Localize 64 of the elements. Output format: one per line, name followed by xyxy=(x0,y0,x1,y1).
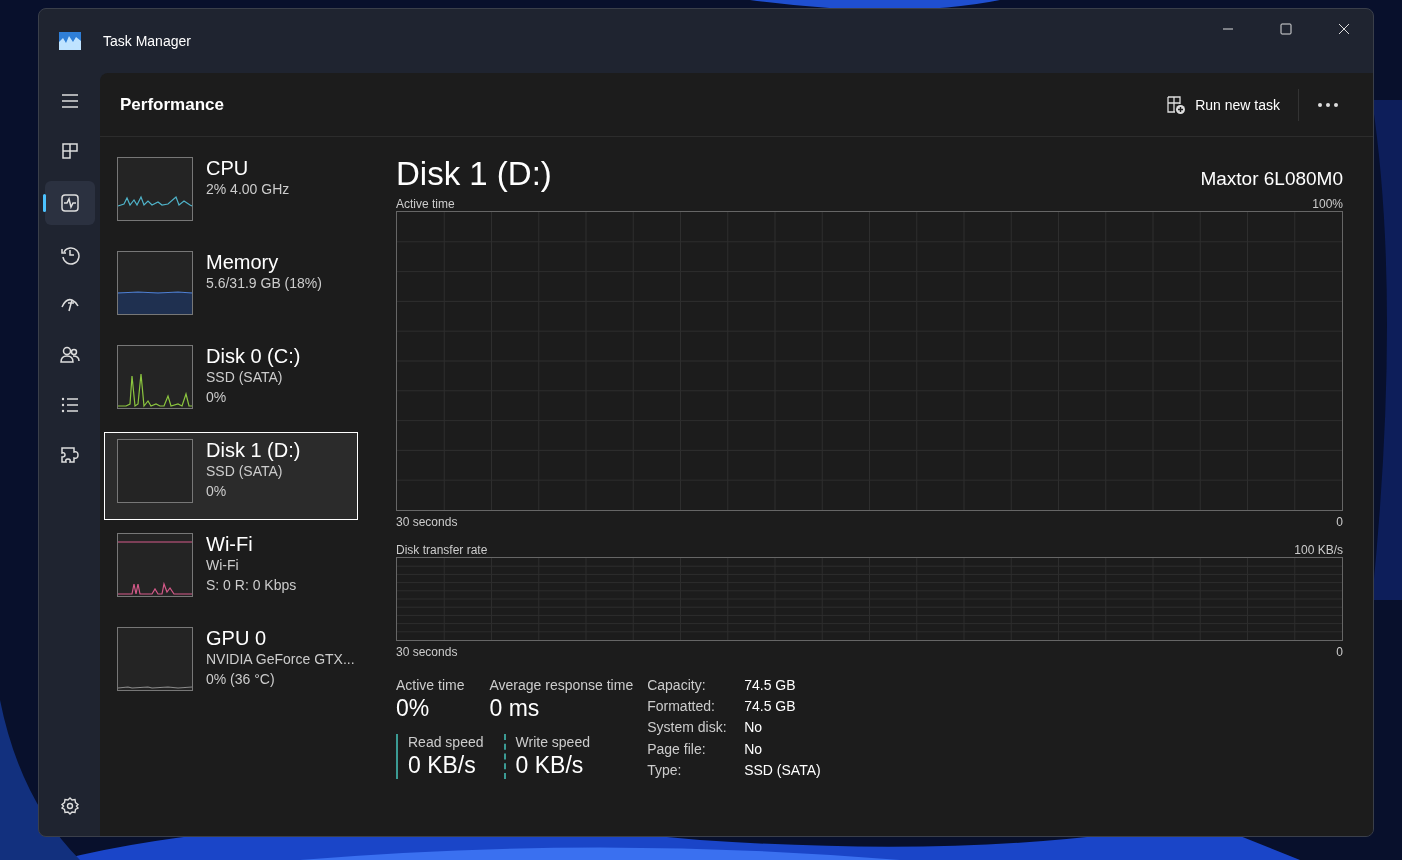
device-item[interactable]: Disk 0 (C:) SSD (SATA) 0% xyxy=(104,338,358,426)
device-name: Disk 0 (C:) xyxy=(206,345,301,367)
device-item[interactable]: Disk 1 (D:) SSD (SATA) 0% xyxy=(104,432,358,520)
device-detail: Wi-Fi xyxy=(206,556,240,575)
device-item[interactable]: Wi-Fi Wi-Fi S: 0 R: 0 Kbps xyxy=(104,526,358,614)
stat-label: Active time xyxy=(396,677,465,693)
chart-label: Disk transfer rate xyxy=(396,543,488,557)
settings-icon xyxy=(59,796,80,816)
stat-value: 0 ms xyxy=(489,695,541,722)
close-icon xyxy=(1338,23,1350,35)
device-detail: S: 0 R: 0 Kbps xyxy=(206,576,297,595)
stat-value: 0% xyxy=(396,695,431,722)
property-value: No xyxy=(744,719,764,737)
puzzle-icon xyxy=(58,444,81,466)
device-detail: 0% xyxy=(206,482,228,501)
device-model: Maxtor 6L080M0 xyxy=(1200,168,1343,190)
device-detail: NVIDIA GeForce GTX... xyxy=(206,650,355,669)
chart-min-label: 0 xyxy=(1336,515,1343,529)
page-title: Performance xyxy=(120,94,225,115)
time-span-label: 30 seconds xyxy=(396,645,458,659)
property-value: No xyxy=(744,740,764,758)
property-label: Type: xyxy=(647,761,683,779)
device-name: CPU xyxy=(206,157,250,179)
device-item[interactable]: GPU 0 NVIDIA GeForce GTX... 0% (36 °C) xyxy=(104,620,358,708)
history-icon xyxy=(58,244,81,266)
app-icon xyxy=(59,32,81,50)
nav-button[interactable] xyxy=(44,181,95,225)
stat-label: Read speed xyxy=(408,734,484,750)
chart-max-label: 100% xyxy=(1312,197,1343,211)
maximize-icon xyxy=(1280,23,1292,35)
property-label: Formatted: xyxy=(647,698,716,716)
device-detail: SSD (SATA) xyxy=(206,462,284,481)
property-value: SSD (SATA) xyxy=(744,761,821,779)
device-item[interactable]: Memory 5.6/31.9 GB (18%) xyxy=(104,244,358,332)
device-detail: 2% 4.00 GHz xyxy=(206,180,290,199)
property-value: 74.5 GB xyxy=(744,698,797,716)
run-new-task-button[interactable]: Run new task xyxy=(1158,88,1299,121)
device-detail: 0% (36 °C) xyxy=(206,670,276,689)
stat-value: 0 KB/s xyxy=(408,752,477,779)
device-detail: 5.6/31.9 GB (18%) xyxy=(206,274,322,293)
device-name: Wi-Fi xyxy=(206,533,254,555)
window-title: Task Manager xyxy=(103,33,192,49)
device-detail: 0% xyxy=(206,388,228,407)
device-name: GPU 0 xyxy=(206,627,268,649)
device-name: Memory xyxy=(206,251,280,273)
more-icon xyxy=(1317,101,1339,108)
time-span-label: 30 seconds xyxy=(396,515,458,529)
stat-label: Average response time xyxy=(489,677,634,693)
property-label: Page file: xyxy=(647,740,707,758)
chart-min-label: 0 xyxy=(1336,645,1343,659)
users-icon xyxy=(58,344,81,366)
device-title: Disk 1 (D:) xyxy=(396,155,552,193)
chart-max-label: 100 KB/s xyxy=(1294,543,1343,557)
device-item[interactable]: CPU 2% 4.00 GHz xyxy=(104,150,358,238)
stat-label: Write speed xyxy=(515,734,590,750)
property-value: 74.5 GB xyxy=(744,677,797,695)
pulse-icon xyxy=(58,192,81,214)
device-name: Disk 1 (D:) xyxy=(206,439,301,461)
property-label: System disk: xyxy=(647,719,728,737)
stat-value: 0 KB/s xyxy=(515,752,585,779)
window-plus-icon xyxy=(1166,94,1187,115)
property-label: Capacity: xyxy=(647,677,707,695)
device-detail: SSD (SATA) xyxy=(206,368,284,387)
chart-label: Active time xyxy=(396,197,455,211)
